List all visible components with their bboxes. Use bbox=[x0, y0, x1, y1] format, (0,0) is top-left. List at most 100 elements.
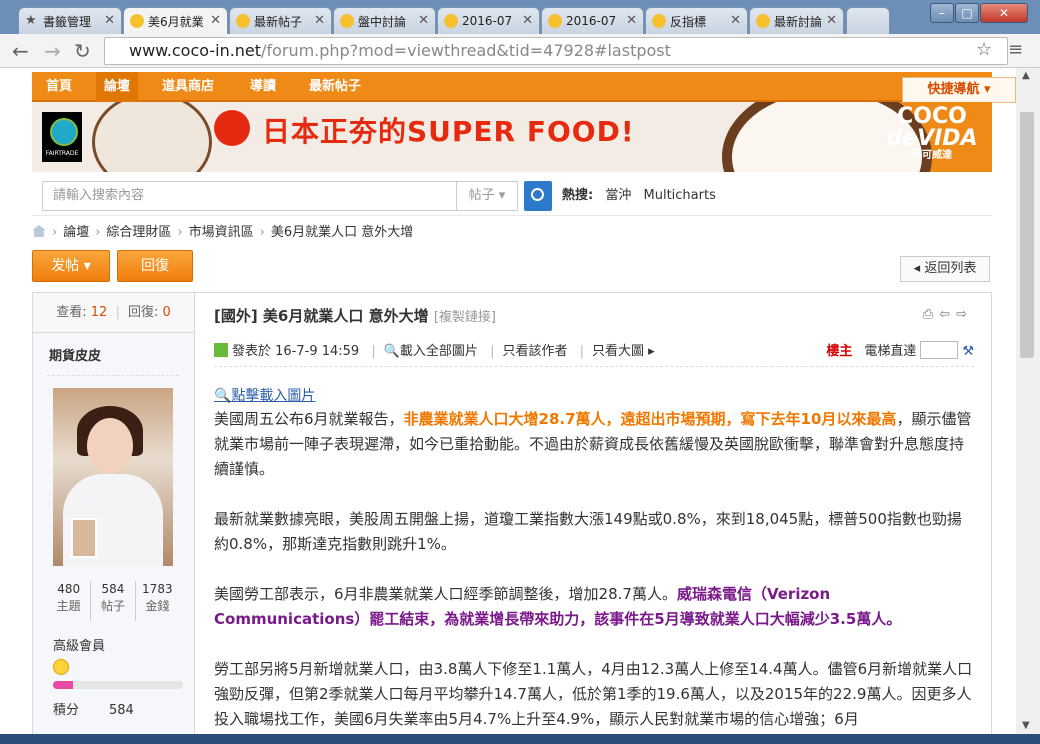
banner-headline: 日本正夯的SUPER FOOD! bbox=[262, 115, 635, 148]
close-window-icon[interactable]: ✕ bbox=[980, 3, 1028, 23]
stat-topics[interactable]: 480 主題 bbox=[47, 581, 92, 621]
url-host: www.coco-in.net bbox=[129, 41, 262, 60]
coco-favicon-icon bbox=[130, 14, 144, 28]
level-progress-fill bbox=[53, 681, 73, 689]
smiley-favicon-icon bbox=[756, 14, 770, 28]
close-tab-icon[interactable]: ✕ bbox=[314, 13, 325, 28]
post-date: 發表於 16-7-9 14:59 bbox=[232, 344, 360, 359]
only-author-link[interactable]: 只看該作者 bbox=[502, 344, 567, 359]
nav-guide[interactable]: 導讀 bbox=[250, 72, 282, 102]
author-stats: 480 主題 584 帖子 1783 金錢 bbox=[47, 581, 179, 621]
thread-post: 查看: 12 | 回復: 0 期貨皮皮 480 主題 584 帖子 1783 金錢 高… bbox=[32, 292, 992, 734]
search-input[interactable]: 請輸入搜索內容 bbox=[42, 181, 456, 211]
browser-tab-strip: ★ 書籤管理 ✕ 美6月就業 ✕ 最新帖子 ✕ 盤中討論 ✕ 2016-07 ✕… bbox=[0, 0, 1040, 35]
jump-label: 電梯直達 bbox=[864, 344, 917, 359]
browser-tab[interactable]: 2016-07 ✕ bbox=[541, 7, 644, 34]
close-tab-icon[interactable]: ✕ bbox=[730, 13, 741, 28]
paragraph: 美國周五公布6月就業報告，非農業就業人口大增28.7萬人，遠超出市場預期，寫下去… bbox=[214, 410, 972, 478]
browser-toolbar: ← → ↻ www.coco-in.net/forum.php?mod=view… bbox=[0, 34, 1040, 68]
back-to-list-button[interactable]: ◂ 返回列表 bbox=[900, 256, 990, 282]
browser-tab[interactable]: 盤中討論 ✕ bbox=[333, 7, 436, 34]
minimize-window-icon[interactable]: – bbox=[930, 3, 954, 23]
breadcrumb: › 論壇 › 綜合理財區 › 市場資訊區 › 美6月就業人口 意外大增 bbox=[32, 223, 413, 243]
breadcrumb-item[interactable]: 綜合理財區 bbox=[106, 225, 171, 240]
print-icon[interactable]: ⎙ bbox=[923, 307, 939, 322]
maximize-window-icon[interactable]: □ bbox=[955, 3, 979, 23]
next-thread-icon[interactable]: ⇨ bbox=[956, 307, 973, 322]
breadcrumb-item[interactable]: 市場資訊區 bbox=[189, 225, 254, 240]
prev-thread-icon[interactable]: ⇦ bbox=[939, 307, 956, 322]
scroll-down-icon[interactable]: ▼ bbox=[1022, 720, 1030, 731]
hot-searches: 熱搜: 當沖 Multicharts bbox=[562, 188, 716, 203]
os-taskbar bbox=[0, 734, 1040, 744]
nav-new-posts[interactable]: 最新帖子 bbox=[309, 72, 369, 102]
breadcrumb-item[interactable]: 美6月就業人口 意外大增 bbox=[271, 225, 413, 240]
level-progress-bar bbox=[53, 681, 183, 689]
brand-logo: COCO deVIDA 可可威達 bbox=[886, 104, 978, 162]
paragraph: 勞工部另將5月新增就業人口，由3.8萬人下修至1.1萬人，4月由12.3萬人上修… bbox=[214, 660, 973, 728]
menu-icon[interactable]: ≡ bbox=[1008, 39, 1023, 60]
load-all-images-link[interactable]: 載入全部圖片 bbox=[400, 344, 478, 359]
hot-term[interactable]: 當沖 bbox=[605, 188, 631, 203]
address-bar[interactable]: www.coco-in.net/forum.php?mod=viewthread… bbox=[104, 37, 1008, 65]
browser-tab[interactable]: 2016-07 ✕ bbox=[437, 7, 540, 34]
owner-badge: 樓主 bbox=[826, 344, 853, 359]
wrench-icon[interactable]: ⚒ bbox=[962, 344, 974, 359]
close-tab-icon[interactable]: ✕ bbox=[826, 13, 837, 28]
view-count: 12 bbox=[90, 305, 108, 320]
author-name[interactable]: 期貨皮皮 bbox=[49, 345, 101, 364]
close-tab-icon[interactable]: ✕ bbox=[522, 13, 533, 28]
nav-forum[interactable]: 論壇 bbox=[96, 72, 138, 102]
breadcrumb-item[interactable]: 論壇 bbox=[63, 225, 89, 240]
search-button[interactable] bbox=[524, 181, 552, 211]
coco-favicon-icon bbox=[340, 14, 354, 28]
load-images-link[interactable]: 🔍點擊載入圖片 bbox=[214, 385, 315, 405]
nav-home[interactable]: 首頁 bbox=[46, 72, 76, 102]
ad-banner[interactable]: FAIRTRADE 日本正夯的SUPER FOOD! COCO deVIDA 可… bbox=[32, 102, 992, 172]
browser-tab-bookmarks[interactable]: ★ 書籤管理 ✕ bbox=[18, 7, 122, 34]
scroll-up-icon[interactable]: ▲ bbox=[1022, 70, 1030, 81]
quick-nav-button[interactable]: 快捷導航 ▾ bbox=[902, 77, 1016, 103]
nav-shop[interactable]: 道具商店 bbox=[162, 72, 222, 102]
vertical-scrollbar[interactable]: ▲ ▼ bbox=[1016, 68, 1040, 734]
red-dot-icon bbox=[214, 110, 250, 146]
coco-favicon-icon bbox=[444, 14, 458, 28]
copy-link[interactable]: [複製鏈接] bbox=[434, 310, 496, 325]
bookmark-star-icon[interactable]: ☆ bbox=[976, 39, 992, 60]
site-nav: 首頁 論壇 道具商店 導讀 最新帖子 快捷導航 ▾ bbox=[32, 72, 1016, 103]
stat-money[interactable]: 1783 金錢 bbox=[136, 581, 179, 621]
big-images-link[interactable]: 只看大圖 bbox=[592, 344, 644, 359]
close-tab-icon[interactable]: ✕ bbox=[210, 13, 221, 28]
new-post-button[interactable]: 发帖 ▾ bbox=[32, 250, 110, 282]
browser-tab[interactable]: 最新帖子 ✕ bbox=[229, 7, 332, 34]
paragraph: 最新就業數據亮眼，美股周五開盤上揚，道瓊工業指數大漲149點或0.8%，來到18… bbox=[214, 510, 962, 553]
close-tab-icon[interactable]: ✕ bbox=[418, 13, 429, 28]
post-meta: 發表於 16-7-9 14:59 | 🔍載入全部圖片 | 只看該作者 | 只看大圖 ▸… bbox=[214, 339, 974, 367]
close-tab-icon[interactable]: ✕ bbox=[626, 13, 637, 28]
search-type-select[interactable]: 帖子 ▾ bbox=[456, 181, 518, 211]
browser-tab-active[interactable]: 美6月就業 ✕ bbox=[123, 7, 228, 35]
browser-tab[interactable]: 反指標 ✕ bbox=[645, 7, 748, 34]
search-bar: 請輸入搜索內容 帖子 ▾ 熱搜: 當沖 Multicharts bbox=[32, 172, 992, 216]
browser-tab[interactable]: 最新討論 ✕ bbox=[749, 7, 844, 34]
highlight-text: 非農業就業人口大增28.7萬人，遠超出市場預期，寫下去年10月以來最高 bbox=[403, 410, 897, 428]
home-icon[interactable] bbox=[32, 225, 46, 237]
member-level: 高級會員 bbox=[53, 639, 106, 654]
avatar[interactable] bbox=[53, 388, 173, 566]
thread-tools: ⎙⇦⇨ bbox=[923, 307, 973, 322]
jump-input[interactable] bbox=[920, 341, 959, 359]
back-arrow-icon[interactable]: ← bbox=[12, 39, 29, 63]
reload-icon[interactable]: ↻ bbox=[74, 39, 91, 63]
new-tab-button[interactable] bbox=[846, 7, 890, 34]
url-path: /forum.php?mod=viewthread&tid=47928#last… bbox=[261, 41, 671, 60]
close-tab-icon[interactable]: ✕ bbox=[104, 13, 115, 28]
coco-favicon-icon bbox=[548, 14, 562, 28]
reply-count: 0 bbox=[162, 305, 171, 320]
hot-term[interactable]: Multicharts bbox=[644, 188, 716, 203]
coco-favicon-icon bbox=[236, 14, 250, 28]
reply-button[interactable]: 回復 bbox=[117, 250, 193, 282]
post-content: 美國周五公布6月就業報告，非農業就業人口大增28.7萬人，遠超出市場預期，寫下去… bbox=[214, 407, 974, 734]
scrollbar-thumb[interactable] bbox=[1020, 112, 1034, 358]
forward-arrow-icon[interactable]: → bbox=[44, 39, 61, 63]
stat-posts[interactable]: 584 帖子 bbox=[91, 581, 136, 621]
